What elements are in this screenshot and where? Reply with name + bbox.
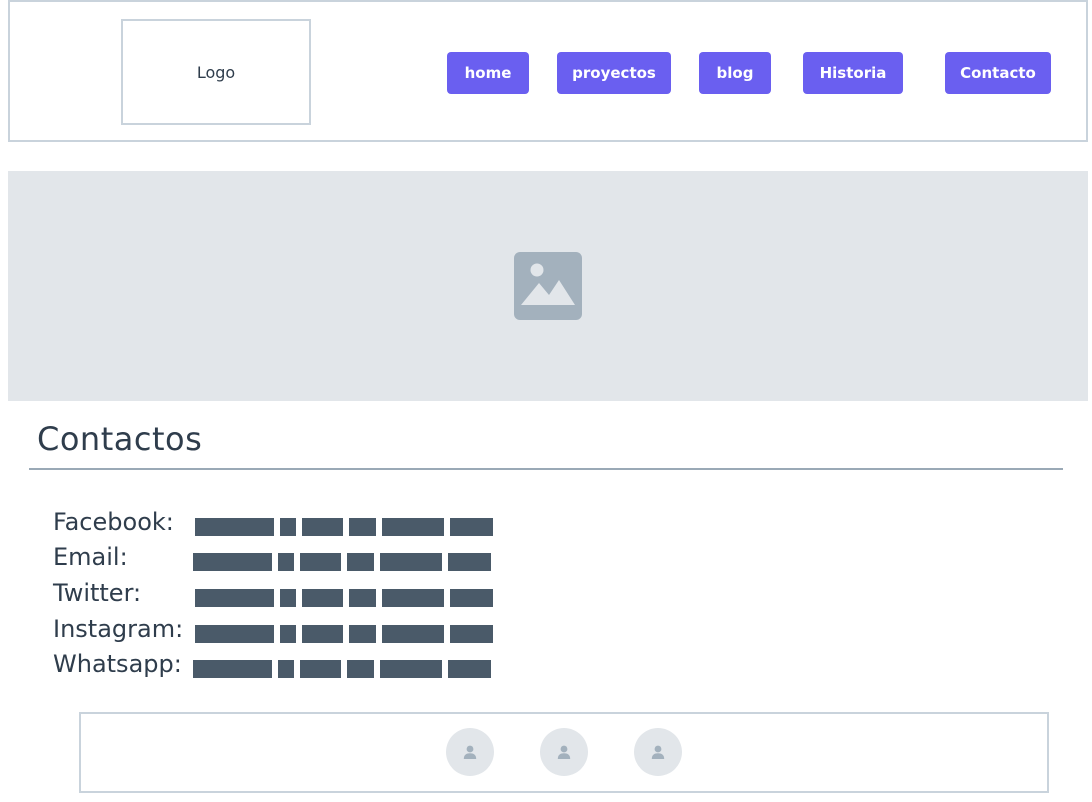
redacted-text bbox=[347, 553, 374, 571]
image-placeholder-icon bbox=[514, 252, 582, 320]
redacted-text bbox=[193, 553, 272, 571]
redacted-text bbox=[347, 660, 374, 678]
contact-label-twitter: Twitter: bbox=[53, 579, 142, 607]
redacted-text bbox=[380, 553, 442, 571]
nav-contacto-button[interactable]: Contacto bbox=[945, 52, 1051, 94]
redacted-text bbox=[382, 518, 444, 536]
avatar[interactable] bbox=[446, 728, 494, 776]
page: Logo home proyectos blog Historia Contac… bbox=[0, 0, 1092, 802]
redacted-text bbox=[280, 589, 296, 607]
nav-home-label: home bbox=[464, 64, 512, 82]
site-footer bbox=[79, 712, 1049, 793]
redacted-text bbox=[448, 660, 491, 678]
contact-label-instagram: Instagram: bbox=[53, 615, 184, 643]
nav-historia-button[interactable]: Historia bbox=[803, 52, 903, 94]
logo-label: Logo bbox=[196, 62, 236, 82]
user-avatar-icon bbox=[463, 745, 477, 759]
hero-image bbox=[8, 171, 1088, 401]
divider bbox=[29, 468, 1063, 470]
user-avatar-icon bbox=[557, 745, 571, 759]
nav-contacto-label: Contacto bbox=[960, 64, 1036, 82]
redacted-text bbox=[300, 660, 341, 678]
redacted-text bbox=[448, 553, 491, 571]
contact-label-whatsapp: Whatsapp: bbox=[53, 650, 182, 678]
redacted-text bbox=[380, 660, 442, 678]
redacted-text bbox=[193, 660, 272, 678]
redacted-text bbox=[450, 589, 493, 607]
contact-label-facebook: Facebook: bbox=[53, 508, 174, 536]
nav-proyectos-label: proyectos bbox=[572, 64, 656, 82]
redacted-text bbox=[302, 589, 343, 607]
redacted-text bbox=[382, 589, 444, 607]
redacted-text bbox=[450, 625, 493, 643]
site-header: Logo home proyectos blog Historia Contac… bbox=[8, 0, 1088, 142]
redacted-text bbox=[302, 625, 343, 643]
avatar[interactable] bbox=[634, 728, 682, 776]
nav-blog-button[interactable]: blog bbox=[699, 52, 771, 94]
redacted-text bbox=[278, 660, 294, 678]
redacted-text bbox=[280, 625, 296, 643]
contact-row-email: Email: bbox=[53, 543, 503, 573]
logo[interactable]: Logo bbox=[121, 19, 311, 125]
redacted-text bbox=[349, 518, 376, 536]
user-avatar-icon bbox=[651, 745, 665, 759]
nav-blog-label: blog bbox=[716, 64, 754, 82]
contact-label-email: Email: bbox=[53, 543, 128, 571]
redacted-text bbox=[278, 553, 294, 571]
contact-row-twitter: Twitter: bbox=[53, 579, 503, 609]
redacted-text bbox=[349, 589, 376, 607]
contact-row-facebook: Facebook: bbox=[53, 508, 503, 538]
page-title: Contactos bbox=[37, 420, 203, 458]
redacted-text bbox=[450, 518, 493, 536]
redacted-text bbox=[302, 518, 343, 536]
nav-proyectos-button[interactable]: proyectos bbox=[557, 52, 671, 94]
redacted-text bbox=[280, 518, 296, 536]
avatar[interactable] bbox=[540, 728, 588, 776]
redacted-text bbox=[382, 625, 444, 643]
redacted-text bbox=[195, 518, 274, 536]
nav-home-button[interactable]: home bbox=[447, 52, 529, 94]
redacted-text bbox=[195, 589, 274, 607]
contact-row-whatsapp: Whatsapp: bbox=[53, 650, 503, 680]
redacted-text bbox=[195, 625, 274, 643]
redacted-text bbox=[349, 625, 376, 643]
nav-historia-label: Historia bbox=[819, 64, 887, 82]
contact-row-instagram: Instagram: bbox=[53, 615, 503, 645]
redacted-text bbox=[300, 553, 341, 571]
